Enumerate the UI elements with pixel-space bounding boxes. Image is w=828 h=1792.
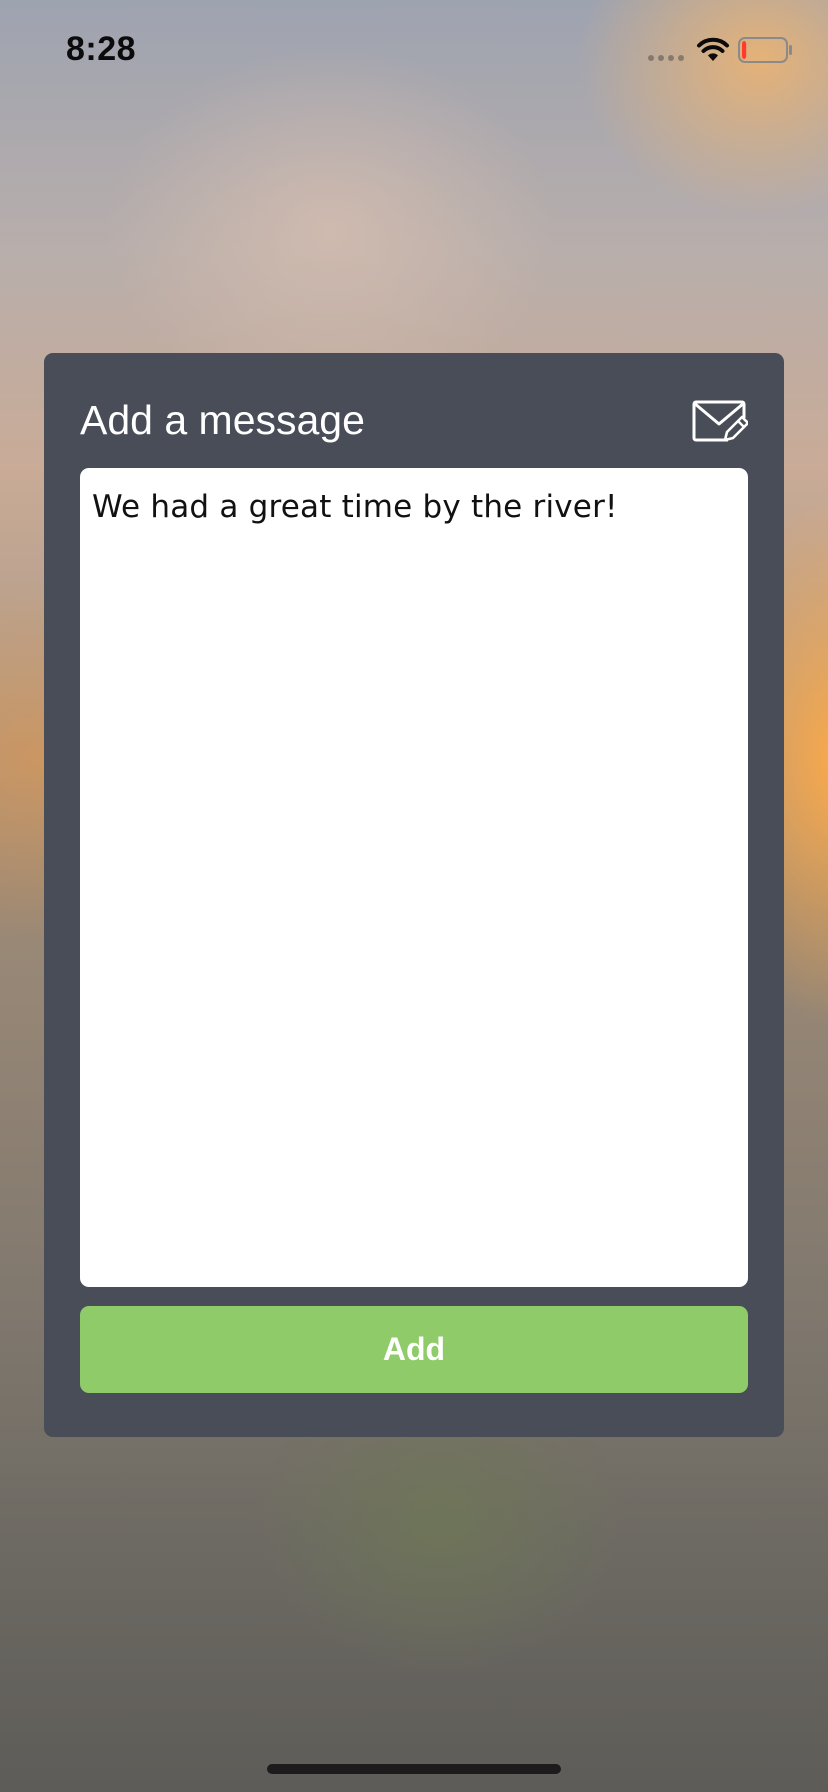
wifi-icon	[697, 37, 729, 61]
status-time: 8:28	[66, 30, 137, 68]
battery-fill	[742, 41, 747, 59]
dialog-title: Add a message	[80, 397, 365, 443]
battery-icon	[738, 37, 792, 63]
message-text-area[interactable]: We had a great time by the river!	[80, 468, 748, 1287]
add-message-dialog: Add a message We had a great time by the…	[44, 353, 784, 1437]
add-button[interactable]: Add	[80, 1306, 748, 1393]
compose-envelope-icon	[692, 400, 748, 442]
signal-dots-icon	[648, 55, 684, 61]
home-indicator[interactable]	[267, 1764, 561, 1774]
screen: 8:28 Add a message We had a great time b…	[0, 0, 828, 1792]
status-bar: 8:28	[0, 0, 828, 100]
